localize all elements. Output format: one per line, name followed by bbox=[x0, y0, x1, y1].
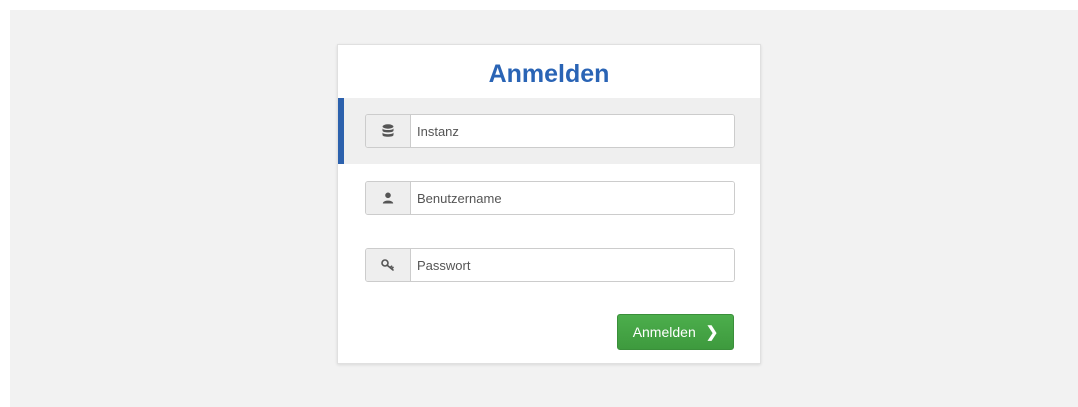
password-input-group bbox=[365, 248, 735, 282]
key-icon bbox=[366, 249, 411, 281]
password-input[interactable] bbox=[411, 249, 734, 281]
database-icon bbox=[366, 115, 411, 147]
login-button-label: Anmelden bbox=[632, 324, 696, 340]
instance-field-row bbox=[338, 98, 760, 164]
login-card: Anmelden Instanz Benutzername Anmelden ❯ bbox=[337, 44, 761, 364]
username-input-group bbox=[365, 181, 735, 215]
password-field-row bbox=[338, 232, 760, 298]
user-icon bbox=[366, 182, 411, 214]
login-button[interactable]: Anmelden ❯ bbox=[617, 314, 734, 350]
instance-input[interactable] bbox=[411, 115, 734, 147]
username-input[interactable] bbox=[411, 182, 734, 214]
username-field-row bbox=[338, 165, 760, 231]
instance-input-group bbox=[365, 114, 735, 148]
chevron-right-icon: ❯ bbox=[705, 324, 719, 341]
login-title: Anmelden bbox=[488, 60, 610, 88]
